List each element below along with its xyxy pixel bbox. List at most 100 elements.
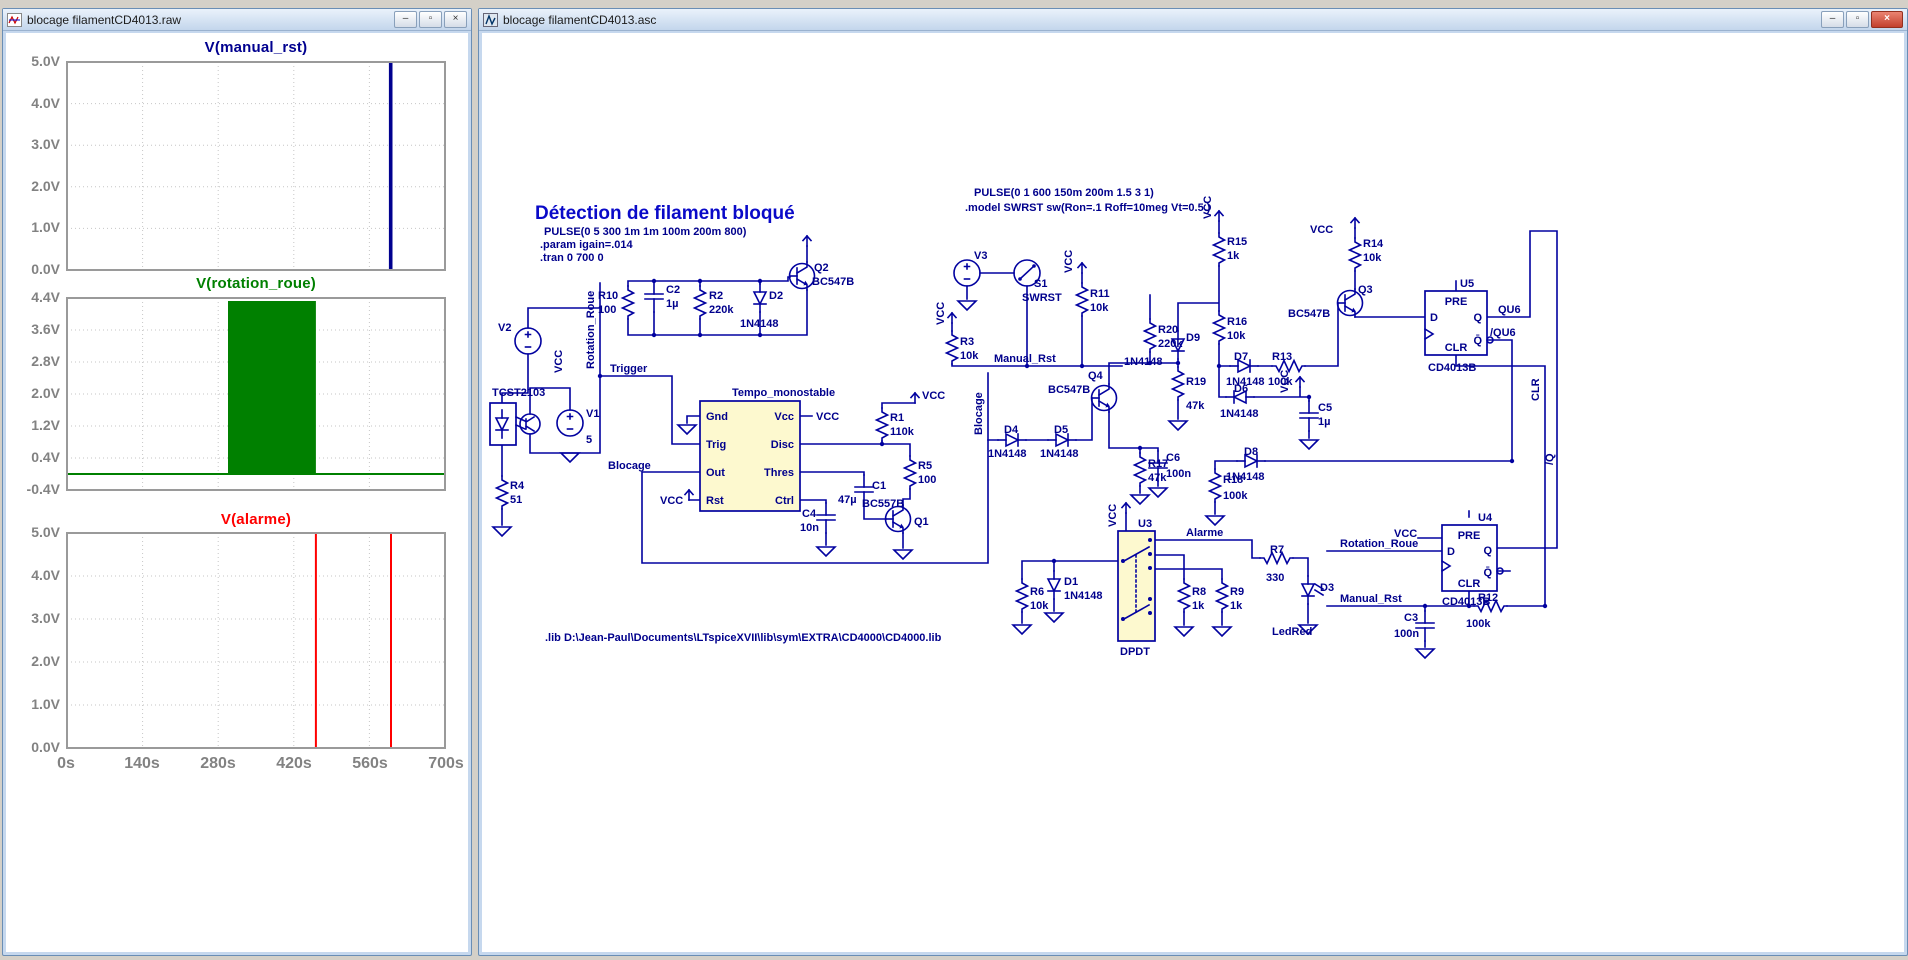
schematic-label[interactable]: V3 [974, 250, 987, 262]
schematic-label[interactable]: D [1430, 312, 1438, 324]
schematic-label[interactable]: 1k [1230, 600, 1243, 612]
schematic-client-area[interactable]: Détection de filament bloqué PULSE(0 5 30… [482, 33, 1904, 952]
schematic-label[interactable]: VCC [553, 350, 565, 373]
schematic-label[interactable]: 1k [1192, 600, 1205, 612]
dpdt-switch-symbol[interactable] [1117, 530, 1156, 642]
schematic-label[interactable]: C4 [802, 508, 817, 520]
schematic-label[interactable]: D9 [1186, 332, 1200, 344]
schematic-label[interactable]: R19 [1186, 376, 1206, 388]
trace[interactable] [67, 301, 445, 475]
schematic-label[interactable]: VCC [935, 302, 947, 325]
schematic-label[interactable]: 47k [1186, 400, 1205, 412]
schematic-label[interactable]: /Q [1544, 453, 1556, 465]
schematic-label[interactable]: S1 [1034, 278, 1047, 290]
schematic-label[interactable]: BC547B [1288, 308, 1330, 320]
waveform-client-area[interactable]: V(manual_rst) 5.0V 4.0V 3.0V 2.0V 1.0V 0.0V V(r… [6, 33, 468, 952]
schematic-label[interactable]: .param igain=.014 [540, 239, 634, 251]
schematic-label[interactable]: 1N4148 [1220, 408, 1259, 420]
schematic-label[interactable]: 47k [1148, 472, 1167, 484]
minimize-button[interactable]: – [1821, 11, 1844, 28]
schematic-label[interactable]: R1 [890, 412, 904, 424]
schematic-label[interactable]: C5 [1318, 402, 1332, 414]
schematic-label[interactable]: D7 [1234, 351, 1248, 363]
schematic-label[interactable]: 10k [1227, 330, 1246, 342]
trace[interactable] [67, 532, 445, 749]
schematic-label[interactable]: 1N4148 [1124, 356, 1163, 368]
schematic-label[interactable]: .model SWRST sw(Ron=.1 Roff=10meg Vt=0.5… [965, 202, 1211, 214]
schematic-label[interactable]: R3 [960, 336, 974, 348]
waveform-titlebar[interactable]: blocage filamentCD4013.raw – ▫ × [3, 9, 471, 31]
schematic-label[interactable]: VCC [1202, 196, 1214, 219]
schematic-label[interactable]: CLR [1458, 578, 1481, 590]
schematic-label[interactable]: VCC [1394, 528, 1417, 540]
schematic-label[interactable]: 1N4148 [1040, 448, 1079, 460]
schematic-label[interactable]: VCC [1279, 370, 1291, 393]
schematic-label[interactable]: 100k [1466, 618, 1491, 630]
schematic-label[interactable]: CLR [1530, 378, 1542, 401]
schematic-label[interactable]: Vcc [774, 411, 794, 423]
close-button[interactable]: × [444, 11, 467, 28]
minimize-button[interactable]: – [394, 11, 417, 28]
schematic-label[interactable]: 110k [890, 426, 915, 438]
schematic-label[interactable]: PRE [1458, 530, 1481, 542]
schematic-label[interactable]: 1µ [1318, 416, 1330, 428]
schematic-label[interactable]: C6 [1166, 452, 1180, 464]
schematic-label[interactable]: D8 [1244, 446, 1258, 458]
schematic-label[interactable]: PULSE(0 5 300 1m 1m 100m 200m 800) [544, 226, 747, 238]
schematic-label[interactable]: Rst [706, 495, 724, 507]
schematic-label[interactable]: R8 [1192, 586, 1206, 598]
schematic-canvas[interactable]: Détection de filament bloqué PULSE(0 5 30… [482, 33, 1904, 952]
schematic-label[interactable]: D5 [1054, 424, 1068, 436]
schematic-label[interactable]: VCC [816, 411, 839, 423]
schematic-label[interactable]: V2 [498, 322, 511, 334]
schematic-label[interactable]: R15 [1227, 236, 1247, 248]
trace-label[interactable]: V(rotation_roue) [66, 275, 446, 292]
schematic-label[interactable]: 220k [709, 304, 734, 316]
schematic-label[interactable]: 10k [1363, 252, 1382, 264]
schematic-label[interactable]: PULSE(0 1 600 150m 200m 1.5 3 1) [974, 187, 1154, 199]
schematic-label[interactable]: C1 [872, 480, 886, 492]
schematic-label[interactable]: 51 [510, 494, 522, 506]
schematic-label[interactable]: R13 [1272, 351, 1292, 363]
schematic-label[interactable]: PRE [1445, 296, 1468, 308]
schematic-label[interactable]: R7 [1270, 544, 1284, 556]
schematic-label[interactable]: VCC [1107, 504, 1119, 527]
schematic-label[interactable]: R4 [510, 480, 525, 492]
schematic-label[interactable]: Q [1483, 545, 1492, 557]
schematic-label[interactable]: .tran 0 700 0 [540, 252, 604, 264]
schematic-label[interactable]: Out [706, 467, 725, 479]
schematic-label[interactable]: D6 [1234, 383, 1248, 395]
waveform-plot[interactable] [66, 297, 446, 491]
schematic-label[interactable]: LedRed [1272, 626, 1312, 638]
schematic-titlebar[interactable]: blocage filamentCD4013.asc – ▫ × [479, 9, 1907, 31]
schematic-label[interactable]: 330 [1266, 572, 1284, 584]
schematic-label[interactable]: /QU6 [1490, 327, 1516, 339]
schematic-label[interactable]: Disc [771, 439, 794, 451]
schematic-label[interactable]: BC547B [1048, 384, 1090, 396]
schematic-label[interactable]: Trigger [610, 363, 648, 375]
schematic-label[interactable]: 100 [918, 474, 936, 486]
schematic-label[interactable]: R5 [918, 460, 932, 472]
schematic-label[interactable]: Détection de filament bloqué [535, 203, 795, 224]
schematic-label[interactable]: 100 [598, 304, 616, 316]
schematic-label[interactable]: Trig [706, 439, 726, 451]
schematic-label[interactable]: 10k [1030, 600, 1049, 612]
schematic-label[interactable]: Q̄ [1483, 567, 1492, 579]
schematic-label[interactable]: U5 [1460, 278, 1474, 290]
schematic-label[interactable]: Q̄ [1473, 335, 1482, 347]
schematic-label[interactable]: VCC [1310, 224, 1333, 236]
schematic-label[interactable]: 47µ [838, 494, 857, 506]
schematic-label[interactable]: BC547B [812, 276, 854, 288]
schematic-label[interactable]: Q4 [1088, 370, 1104, 382]
schematic-label[interactable]: R20 [1158, 324, 1178, 336]
schematic-label[interactable]: U4 [1478, 512, 1493, 524]
schematic-label[interactable]: D1 [1064, 576, 1078, 588]
schematic-label[interactable]: CD4013B [1428, 362, 1476, 374]
schematic-label[interactable]: 1µ [666, 298, 678, 310]
schematic-label[interactable]: 10k [960, 350, 979, 362]
schematic-label[interactable]: Blocage [608, 460, 651, 472]
schematic-label[interactable]: 100n [1394, 628, 1419, 640]
schematic-label[interactable]: Ctrl [775, 495, 794, 507]
schematic-label[interactable]: .lib D:\Jean-Paul\Documents\LTspiceXVII\… [545, 632, 942, 644]
schematic-label[interactable]: 5 [586, 434, 592, 446]
